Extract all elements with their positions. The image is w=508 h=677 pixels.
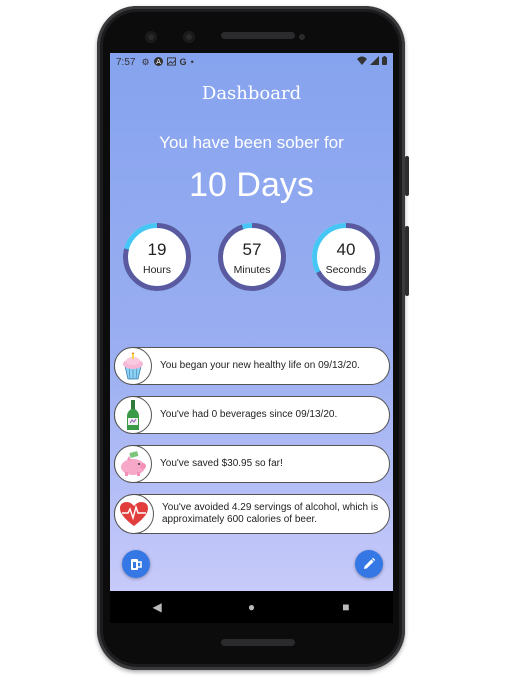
proximity-sensor [299, 34, 305, 40]
seconds-value: 40 [336, 240, 356, 259]
app-bar: Dashboard [110, 71, 393, 115]
dot-icon: • [190, 57, 194, 67]
gear-icon: ⚙ [141, 56, 150, 67]
g-icon: G [179, 57, 187, 67]
health-text: You've avoided 4.29 servings of alcohol,… [162, 502, 379, 525]
bottle-icon [114, 396, 152, 434]
image-icon [166, 56, 176, 68]
edit-button[interactable] [355, 550, 383, 578]
cupcake-icon [114, 347, 152, 385]
beverages-text: You've had 0 beverages since 09/13/20. [160, 409, 338, 420]
front-camera [145, 31, 157, 43]
piggy-bank-icon [114, 445, 152, 483]
earpiece-speaker [221, 32, 295, 39]
minutes-label: Minutes [233, 264, 271, 276]
battery-icon [382, 56, 387, 65]
health-card[interactable]: You've avoided 4.29 servings of alcohol,… [114, 494, 390, 534]
status-bar: 7:57 ⚙ A G • [110, 53, 393, 71]
sober-subtitle: You have been sober for [159, 133, 344, 152]
savings-card[interactable]: You've saved $30.95 so far! [114, 445, 390, 483]
minutes-value: 57 [242, 240, 262, 259]
drink-log-button[interactable] [122, 550, 150, 578]
seconds-timer: 40 Seconds [310, 221, 382, 293]
hours-timer: 19 Hours [121, 221, 193, 293]
wifi-icon [357, 56, 367, 65]
power-button [405, 156, 409, 196]
heart-icon [114, 494, 154, 534]
system-nav-bar: ◀ ● ■ [110, 591, 393, 623]
start-date-card[interactable]: You began your new healthy life on 09/13… [114, 347, 390, 385]
svg-text:A: A [156, 57, 161, 66]
volume-button [405, 226, 409, 296]
savings-text: You've saved $30.95 so far! [160, 458, 283, 469]
sober-days: 10 Days [189, 166, 314, 204]
signal-icon [370, 56, 379, 65]
status-time: 7:57 [116, 56, 136, 68]
bottom-speaker [221, 639, 295, 646]
back-button[interactable]: ◀ [137, 600, 177, 614]
minutes-timer: 57 Minutes [216, 221, 288, 293]
home-button[interactable]: ● [231, 600, 271, 614]
a-icon: A [153, 56, 163, 68]
app-screen: 7:57 ⚙ A G • Dashboard You have been sob… [110, 53, 393, 591]
recents-button[interactable]: ■ [326, 600, 366, 614]
drink-icon [131, 559, 142, 570]
front-camera-2 [183, 31, 195, 43]
start-date-text: You began your new healthy life on 09/13… [160, 360, 360, 371]
pencil-icon [364, 557, 376, 569]
seconds-label: Seconds [325, 264, 367, 276]
beverages-card[interactable]: You've had 0 beverages since 09/13/20. [114, 396, 390, 434]
hours-value: 19 [147, 240, 167, 259]
hours-label: Hours [142, 264, 171, 276]
page-title: Dashboard [201, 82, 302, 104]
